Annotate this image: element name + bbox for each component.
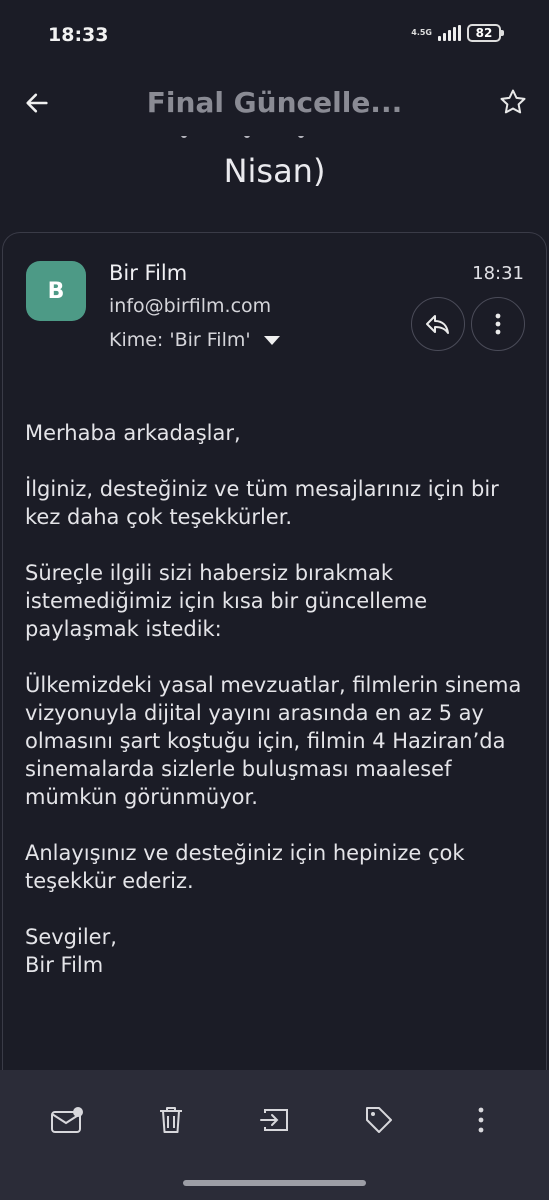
label-button[interactable] [359,1100,399,1140]
battery-level: 82 [475,26,493,40]
move-button[interactable] [255,1100,295,1140]
body-paragraph: Süreçle ilgili sizi habersiz bırakmak is… [25,561,428,641]
app-bar: Final Güncelle... [0,72,549,136]
sender-email: info@birfilm.com [109,295,272,317]
signature-name: Bir Film [25,953,104,977]
body-paragraph: Merhaba arkadaşlar, [25,421,241,445]
signal-icon [438,25,461,41]
back-button[interactable] [18,84,56,122]
delete-icon [160,1107,182,1133]
status-time: 18:33 [48,24,109,46]
subject-cut-glyphs [0,136,549,150]
battery-icon: 82 [467,24,504,42]
subject-line: Nisan) [223,152,326,190]
body-paragraph: Ülkemizdeki yasal mevzuatlar, filmlerin … [25,673,522,809]
recipient-label: Kime: 'Bir Film' [109,329,251,351]
delete-button[interactable] [151,1100,191,1140]
move-icon [260,1109,288,1131]
gesture-nav-handle[interactable] [183,1180,366,1186]
body-paragraph: Anlayışınız ve desteğiniz için hepinize … [25,841,465,893]
page-title: Final Güncelle... [146,86,403,119]
network-type: 4.5G [411,28,432,37]
more-icon [478,1107,484,1133]
dropdown-arrow-icon [263,336,280,345]
mark-unread-button[interactable] [47,1100,87,1140]
recipient-details[interactable]: Kime: 'Bir Film' [109,329,281,351]
signature-line: Sevgiler, [25,925,117,949]
bottom-action-bar [0,1070,549,1200]
message-body: Merhaba arkadaşlar, İlginiz, desteğiniz … [25,419,525,979]
sender-name: Bir Film [109,261,188,285]
mark-unread-icon [51,1107,83,1133]
arrow-back-icon [26,93,48,113]
status-icons: 4.5G 82 [411,24,504,42]
body-paragraph: İlginiz, desteğiniz ve tüm mesajlarınız … [25,477,499,529]
more-vert-icon [495,313,501,335]
reply-icon [426,315,449,334]
message-more-button[interactable] [471,297,525,351]
message-card: B Bir Film info@birfilm.com Kime: 'Bir F… [2,232,547,1092]
avatar[interactable]: B [26,261,86,321]
label-icon [366,1107,392,1133]
reply-button[interactable] [411,297,465,351]
star-icon [500,89,526,114]
status-bar: 18:33 4.5G 82 [0,0,549,72]
message-time: 18:31 [472,263,524,284]
more-options-button[interactable] [461,1100,501,1140]
star-button[interactable] [493,82,533,122]
